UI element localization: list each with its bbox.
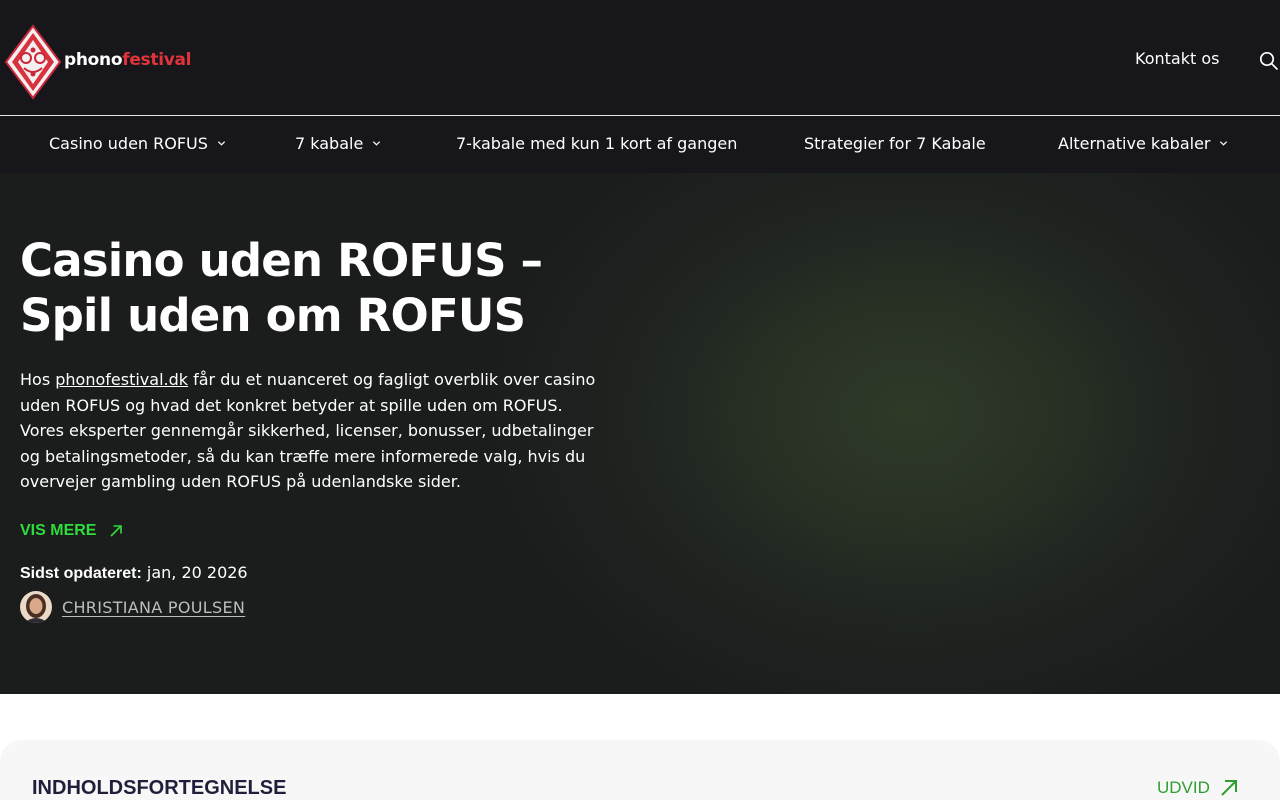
site-logo[interactable]: phonofestival (4, 24, 192, 100)
vis-mere-button[interactable]: VIS MERE (20, 522, 123, 540)
diamond-ornament-icon (4, 24, 62, 100)
site-header: phonofestival Kontakt os (0, 0, 1280, 115)
main-nav: Casino uden ROFUS 7 kabale 7-kabale med … (0, 116, 1280, 173)
toc-expand-label: UDVID (1157, 778, 1210, 797)
page-title: Casino uden ROFUS – Spil uden om ROFUS (20, 234, 543, 342)
author-byline: CHRISTIANA POULSEN (20, 591, 245, 623)
chevron-down-icon (373, 141, 381, 146)
last-updated: Sidst opdateret: jan, 20 2026 (20, 563, 248, 583)
nav-item-7-kabale[interactable]: 7 kabale (295, 134, 381, 153)
avatar (20, 591, 52, 623)
nav-item-label: Casino uden ROFUS (49, 134, 208, 153)
nav-item-label: Strategier for 7 Kabale (804, 134, 986, 153)
nav-item-label: 7 kabale (295, 134, 364, 153)
updated-label: Sidst opdateret: (20, 565, 142, 582)
author-link[interactable]: CHRISTIANA POULSEN (62, 598, 245, 617)
nav-item-label: 7-kabale med kun 1 kort af gangen (456, 134, 738, 153)
contact-link[interactable]: Kontakt os (1135, 49, 1219, 68)
nav-item-casino-uden-rofus[interactable]: Casino uden ROFUS (49, 134, 226, 153)
chevron-down-icon (217, 141, 225, 146)
toc-title: INDHOLDSFORTEGNELSE (32, 777, 287, 799)
logo-wordmark: phonofestival (64, 50, 192, 70)
toc-expand-button[interactable]: UDVID (1157, 778, 1238, 798)
table-of-contents: INDHOLDSFORTEGNELSE UDVID (0, 740, 1280, 800)
nav-item-label: Alternative kabaler (1058, 134, 1211, 153)
nav-item-7-kabale-1-kort[interactable]: 7-kabale med kun 1 kort af gangen (456, 134, 737, 153)
chevron-down-icon (1220, 141, 1228, 146)
vis-mere-label: VIS MERE (20, 522, 97, 539)
arrow-up-right-icon (110, 525, 123, 537)
updated-value: jan, 20 2026 (141, 563, 248, 582)
hero-section: Casino uden ROFUS – Spil uden om ROFUS H… (0, 173, 1280, 694)
nav-item-alternative-kabaler[interactable]: Alternative kabaler (1058, 134, 1228, 153)
site-link[interactable]: phonofestival.dk (55, 370, 188, 389)
hero-intro: Hos phonofestival.dk får du et nuanceret… (20, 367, 600, 495)
nav-item-strategier[interactable]: Strategier for 7 Kabale (804, 134, 986, 153)
search-icon[interactable] (1259, 51, 1279, 71)
intro-prefix: Hos (20, 370, 56, 389)
arrow-up-right-icon (1221, 780, 1237, 796)
